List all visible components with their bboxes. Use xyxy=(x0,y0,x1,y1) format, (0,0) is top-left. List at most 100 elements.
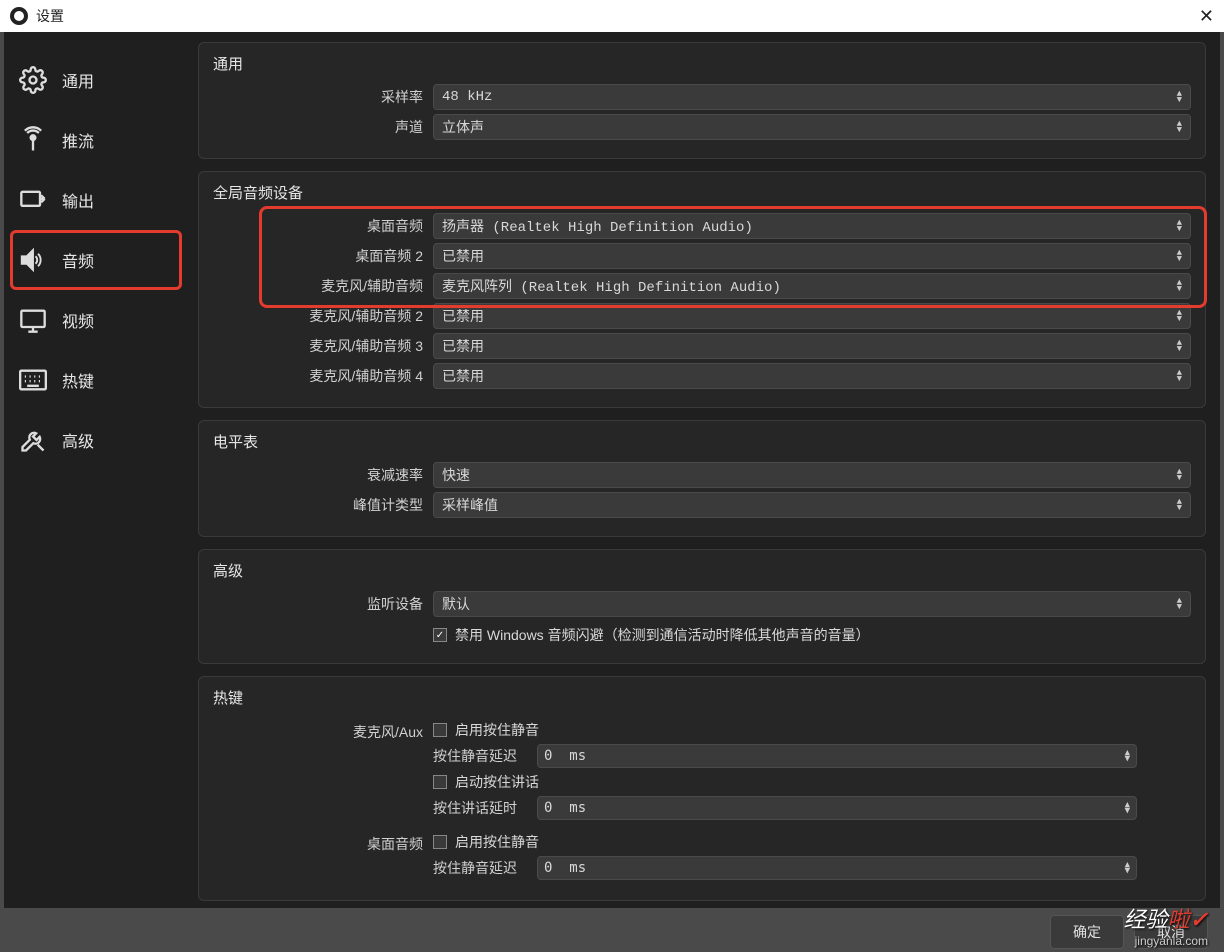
chevron-updown-icon: ▲▼ xyxy=(1177,250,1182,262)
decay-rate-select[interactable]: 快速 ▲▼ xyxy=(433,462,1191,488)
chevron-updown-icon: ▲▼ xyxy=(1177,370,1182,382)
sidebar: 通用 推流 输出 音频 视频 热键 高级 xyxy=(4,32,188,908)
sidebar-item-audio[interactable]: 音频 xyxy=(10,230,182,290)
group-advanced: 高级 监听设备 默认 ▲▼ 禁用 Windows 音频闪避（检测到通信活动时降低其… xyxy=(198,549,1206,664)
monitor-device-select[interactable]: 默认 ▲▼ xyxy=(433,591,1191,617)
ptm-delay-input[interactable]: 0 ms ▲▼ xyxy=(537,744,1137,768)
sidebar-item-video[interactable]: 视频 xyxy=(4,290,188,350)
desktop-hotkey-label: 桌面音频 xyxy=(213,830,423,854)
ptt-delay-input[interactable]: 0 ms ▲▼ xyxy=(537,796,1137,820)
sidebar-item-hotkeys[interactable]: 热键 xyxy=(4,350,188,410)
chevron-updown-icon: ▲▼ xyxy=(1177,340,1182,352)
sample-rate-select[interactable]: 48 kHz ▲▼ xyxy=(433,84,1191,110)
spinner-icon[interactable]: ▲▼ xyxy=(1125,862,1130,874)
group-title: 全局音频设备 xyxy=(213,182,1191,203)
select-value: 默认 xyxy=(442,594,470,614)
group-title: 高级 xyxy=(213,560,1191,581)
channels-select[interactable]: 立体声 ▲▼ xyxy=(433,114,1191,140)
select-value: 立体声 xyxy=(442,117,484,137)
mic-aux2-select[interactable]: 已禁用 ▲▼ xyxy=(433,303,1191,329)
mic-aux3-select[interactable]: 已禁用 ▲▼ xyxy=(433,333,1191,359)
group-devices: 全局音频设备 桌面音频 扬声器 (Realtek High Definition… xyxy=(198,171,1206,408)
group-title: 通用 xyxy=(213,53,1191,74)
desktop-ptm-label: 启用按住静音 xyxy=(455,832,539,852)
chevron-updown-icon: ▲▼ xyxy=(1177,220,1182,232)
sidebar-label: 高级 xyxy=(62,428,94,452)
sidebar-item-advanced[interactable]: 高级 xyxy=(4,410,188,470)
cancel-button[interactable]: 取消 xyxy=(1134,915,1208,949)
speaker-icon xyxy=(18,246,48,274)
ptm-enable-checkbox[interactable] xyxy=(433,723,447,737)
app-icon xyxy=(10,7,28,25)
desktop-audio-label: 桌面音频 xyxy=(213,216,423,236)
desktop-audio-select[interactable]: 扬声器 (Realtek High Definition Audio) ▲▼ xyxy=(433,213,1191,239)
keyboard-icon xyxy=(18,366,48,394)
channels-label: 声道 xyxy=(213,117,423,137)
group-general: 通用 采样率 48 kHz ▲▼ 声道 立体声 ▲▼ xyxy=(198,42,1206,159)
mic-aux4-label: 麦克风/辅助音频 4 xyxy=(213,366,423,386)
disable-ducking-checkbox[interactable] xyxy=(433,628,447,642)
chevron-updown-icon: ▲▼ xyxy=(1177,469,1182,481)
select-value: 48 kHz xyxy=(442,89,492,105)
select-value: 已禁用 xyxy=(442,366,484,386)
ptt-delay-label: 按住讲话延时 xyxy=(433,798,529,818)
sidebar-item-general[interactable]: 通用 xyxy=(4,50,188,110)
ptt-enable-label: 启动按住讲话 xyxy=(455,772,539,792)
chevron-updown-icon: ▲▼ xyxy=(1177,280,1182,292)
ptt-enable-checkbox[interactable] xyxy=(433,775,447,789)
sidebar-label: 音频 xyxy=(62,248,94,272)
mic-aux2-label: 麦克风/辅助音频 2 xyxy=(213,306,423,326)
ptm-delay-label: 按住静音延迟 xyxy=(433,746,529,766)
spinner-icon[interactable]: ▲▼ xyxy=(1125,750,1130,762)
gear-icon xyxy=(18,66,48,94)
sidebar-label: 视频 xyxy=(62,308,94,332)
peak-meter-label: 峰值计类型 xyxy=(213,495,423,515)
monitor-device-label: 监听设备 xyxy=(213,594,423,614)
monitor-icon xyxy=(18,306,48,334)
peak-meter-select[interactable]: 采样峰值 ▲▼ xyxy=(433,492,1191,518)
desktop-ptm-delay-input[interactable]: 0 ms ▲▼ xyxy=(537,856,1137,880)
group-title: 电平表 xyxy=(213,431,1191,452)
chevron-updown-icon: ▲▼ xyxy=(1177,121,1182,133)
chevron-updown-icon: ▲▼ xyxy=(1177,499,1182,511)
desktop-ptm-checkbox[interactable] xyxy=(433,835,447,849)
ok-button[interactable]: 确定 xyxy=(1050,915,1124,949)
sample-rate-label: 采样率 xyxy=(213,87,423,107)
select-value: 采样峰值 xyxy=(442,495,498,515)
chevron-updown-icon: ▲▼ xyxy=(1177,598,1182,610)
desktop-audio2-label: 桌面音频 2 xyxy=(213,246,423,266)
title-bar: 设置 ✕ xyxy=(0,0,1224,32)
spinner-icon[interactable]: ▲▼ xyxy=(1125,802,1130,814)
sidebar-item-output[interactable]: 输出 xyxy=(4,170,188,230)
sidebar-label: 输出 xyxy=(62,188,94,212)
select-value: 已禁用 xyxy=(442,306,484,326)
chevron-updown-icon: ▲▼ xyxy=(1177,91,1182,103)
select-value: 快速 xyxy=(442,465,470,485)
decay-rate-label: 衰减速率 xyxy=(213,465,423,485)
output-icon xyxy=(18,186,48,214)
chevron-updown-icon: ▲▼ xyxy=(1177,310,1182,322)
sidebar-item-stream[interactable]: 推流 xyxy=(4,110,188,170)
tools-icon xyxy=(18,426,48,454)
window-title: 设置 xyxy=(36,6,64,26)
mic-aux-select[interactable]: 麦克风阵列 (Realtek High Definition Audio) ▲▼ xyxy=(433,273,1191,299)
mic-aux-hotkey-label: 麦克风/Aux xyxy=(213,718,423,742)
select-value: 麦克风阵列 (Realtek High Definition Audio) xyxy=(442,276,781,296)
disable-ducking-label: 禁用 Windows 音频闪避（检测到通信活动时降低其他声音的音量） xyxy=(455,625,870,645)
desktop-audio2-select[interactable]: 已禁用 ▲▼ xyxy=(433,243,1191,269)
sidebar-label: 推流 xyxy=(62,128,94,152)
sidebar-label: 热键 xyxy=(62,368,94,392)
antenna-icon xyxy=(18,126,48,154)
footer: 确定 取消 经验啦✓ jingyanla.com xyxy=(0,912,1224,952)
mic-aux3-label: 麦克风/辅助音频 3 xyxy=(213,336,423,356)
select-value: 已禁用 xyxy=(442,246,484,266)
mic-aux-label: 麦克风/辅助音频 xyxy=(213,276,423,296)
close-icon[interactable]: ✕ xyxy=(1199,6,1214,27)
mic-aux4-select[interactable]: 已禁用 ▲▼ xyxy=(433,363,1191,389)
select-value: 扬声器 (Realtek High Definition Audio) xyxy=(442,216,753,236)
group-meters: 电平表 衰减速率 快速 ▲▼ 峰值计类型 采样峰值 ▲▼ xyxy=(198,420,1206,537)
select-value: 已禁用 xyxy=(442,336,484,356)
group-title: 热键 xyxy=(213,687,1191,708)
settings-content[interactable]: 通用 采样率 48 kHz ▲▼ 声道 立体声 ▲▼ 全局音频设备 桌面音频 xyxy=(188,32,1220,908)
ptm-enable-label: 启用按住静音 xyxy=(455,720,539,740)
